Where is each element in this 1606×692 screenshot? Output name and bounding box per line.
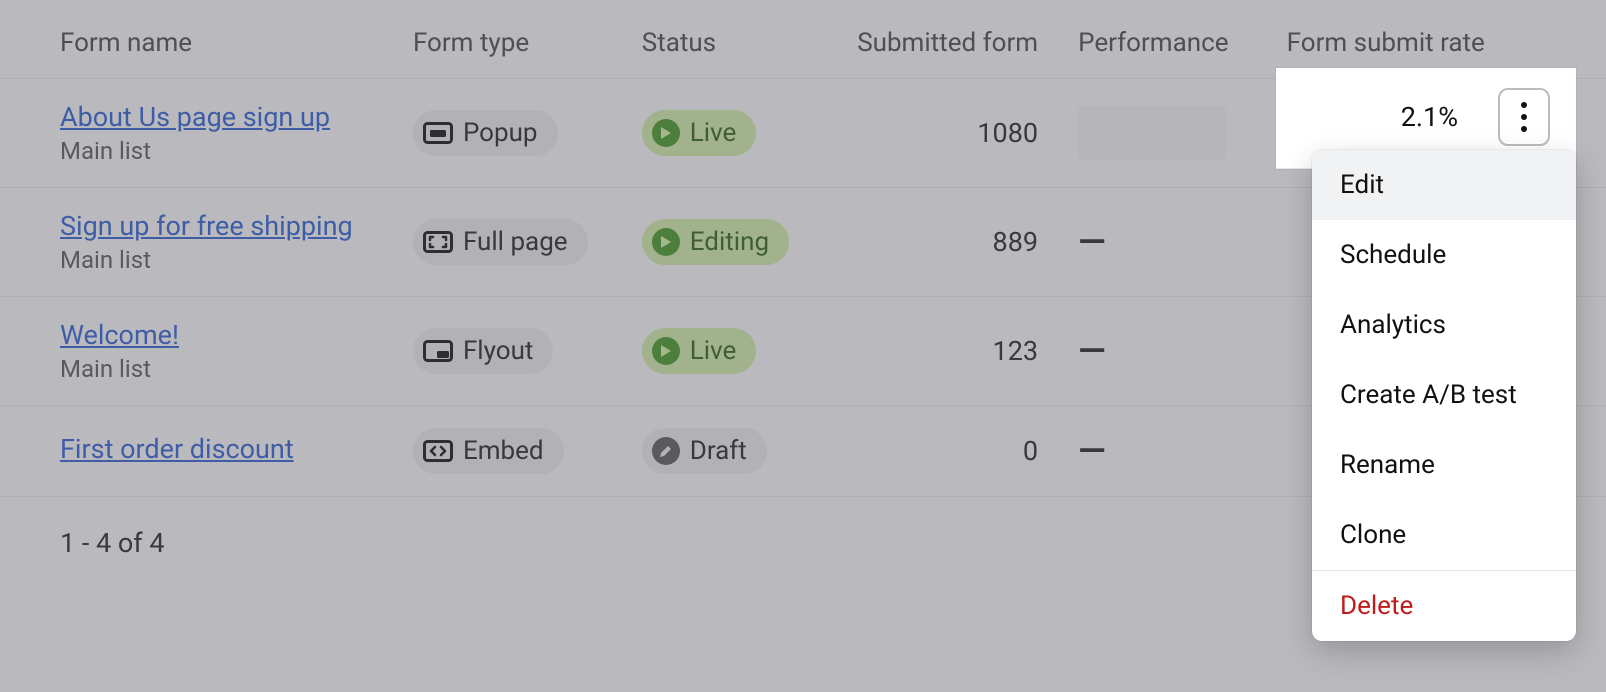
kebab-dot-icon — [1521, 126, 1527, 132]
performance-cell: — — [1078, 297, 1287, 406]
performance-sparkline-placeholder — [1078, 106, 1226, 160]
form-type-pill: Full page — [413, 219, 588, 265]
kebab-dot-icon — [1521, 102, 1527, 108]
submitted-count: 123 — [846, 297, 1078, 406]
form-type-label: Flyout — [463, 336, 533, 366]
menu-item-create-a-b-test[interactable]: Create A/B test — [1312, 360, 1576, 430]
status-pill: Live — [642, 110, 757, 156]
menu-item-rename[interactable]: Rename — [1312, 430, 1576, 500]
popup-icon — [423, 122, 453, 144]
menu-item-analytics[interactable]: Analytics — [1312, 290, 1576, 360]
col-header-rate[interactable]: Form submit rate — [1287, 0, 1606, 79]
status-pill: Draft — [642, 428, 767, 474]
menu-item-schedule[interactable]: Schedule — [1312, 220, 1576, 290]
empty-dash-icon: — — [1078, 430, 1103, 472]
performance-cell: — — [1078, 188, 1287, 297]
flyout-icon — [423, 340, 453, 362]
form-subtitle: Main list — [60, 355, 151, 383]
form-type-pill: Flyout — [413, 328, 553, 374]
table-header-row: Form name Form type Status Submitted for… — [0, 0, 1606, 79]
menu-item-clone[interactable]: Clone — [1312, 500, 1576, 570]
submitted-count: 0 — [846, 406, 1078, 497]
form-type-label: Full page — [463, 227, 568, 257]
submitted-count: 889 — [846, 188, 1078, 297]
submit-rate-value: 2.1% — [1401, 101, 1458, 133]
status-label: Draft — [690, 436, 747, 466]
form-subtitle: Main list — [60, 246, 151, 274]
play-icon — [652, 228, 680, 256]
status-label: Live — [690, 336, 737, 366]
row-actions-button[interactable] — [1498, 88, 1550, 146]
performance-cell — [1078, 79, 1287, 188]
status-label: Live — [690, 118, 737, 148]
row-actions-menu: EditScheduleAnalyticsCreate A/B testRena… — [1312, 150, 1576, 641]
play-icon — [652, 337, 680, 365]
status-label: Editing — [690, 227, 769, 257]
form-title-link[interactable]: Welcome! — [60, 319, 413, 351]
col-header-submitted[interactable]: Submitted form — [846, 0, 1078, 79]
embed-icon — [423, 440, 453, 462]
form-title-link[interactable]: About Us page sign up — [60, 101, 413, 133]
form-type-pill: Embed — [413, 428, 564, 474]
form-title-link[interactable]: Sign up for free shipping — [60, 210, 413, 242]
col-header-performance[interactable]: Performance — [1078, 0, 1287, 79]
form-title-link[interactable]: First order discount — [60, 433, 413, 465]
menu-item-delete[interactable]: Delete — [1312, 571, 1576, 641]
col-header-status[interactable]: Status — [642, 0, 846, 79]
status-pill: Live — [642, 328, 757, 374]
performance-cell: — — [1078, 406, 1287, 497]
form-type-label: Embed — [463, 436, 544, 466]
menu-item-edit[interactable]: Edit — [1312, 150, 1576, 220]
form-type-label: Popup — [463, 118, 538, 148]
empty-dash-icon: — — [1078, 221, 1103, 263]
form-subtitle: Main list — [60, 137, 151, 165]
col-header-type[interactable]: Form type — [413, 0, 642, 79]
submitted-count: 1080 — [846, 79, 1078, 188]
col-header-name[interactable]: Form name — [0, 0, 413, 79]
fullpage-icon — [423, 231, 453, 253]
empty-dash-icon: — — [1078, 330, 1103, 372]
status-pill: Editing — [642, 219, 789, 265]
kebab-dot-icon — [1521, 114, 1527, 120]
pencil-icon — [652, 437, 680, 465]
play-icon — [652, 119, 680, 147]
form-type-pill: Popup — [413, 110, 558, 156]
